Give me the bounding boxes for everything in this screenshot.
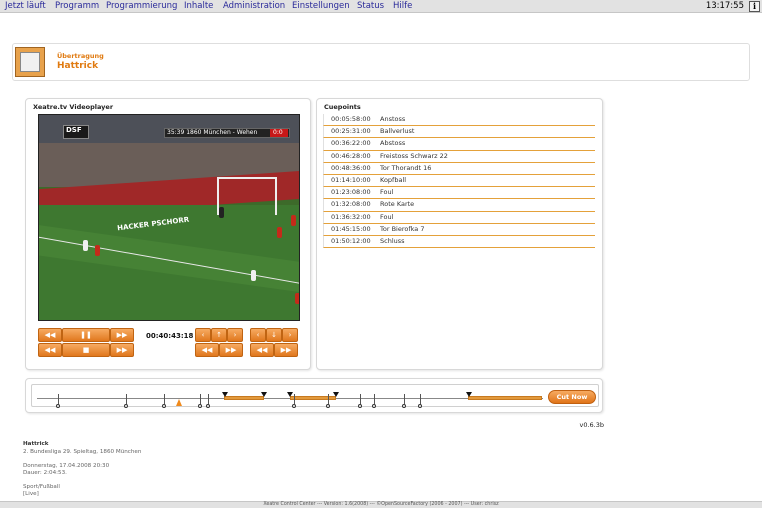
goal bbox=[217, 177, 277, 215]
cue-add-button[interactable]: ↓ bbox=[266, 328, 282, 342]
segment-start-icon[interactable] bbox=[466, 392, 472, 397]
segment-start-icon[interactable] bbox=[287, 392, 293, 397]
top-menu-bar: Jetzt läuft Programm Programmierung Inha… bbox=[0, 0, 762, 13]
playhead-icon[interactable] bbox=[176, 399, 182, 406]
videoplayer-panel: Xeatre.tv Videoplayer HACKER PSCHORR DSF… bbox=[25, 98, 311, 370]
header-title: Hattrick bbox=[57, 61, 99, 71]
cut-segment[interactable] bbox=[224, 396, 264, 400]
cue-row[interactable]: 01:23:08:00 Foul bbox=[323, 187, 595, 200]
timeline-panel: Cut Now bbox=[25, 378, 603, 413]
cuepoints-panel: Cuepoints 00:05:58:00 Anstoss 00:25:31:00… bbox=[316, 98, 603, 370]
step-back-button[interactable]: ‹ bbox=[195, 328, 211, 342]
version-label: v0.6.3b bbox=[579, 421, 604, 429]
cue-row[interactable]: 01:14:10:00 Kopfball bbox=[323, 174, 595, 188]
cue-row[interactable]: 01:36:32:00 Foul bbox=[323, 211, 595, 224]
video-frame[interactable]: HACKER PSCHORR DSF 35:39 1860 München - … bbox=[38, 114, 300, 321]
cue-marker[interactable] bbox=[198, 404, 202, 408]
cue-row[interactable]: 00:05:58:00 Anstoss bbox=[323, 114, 595, 127]
cue-marker[interactable] bbox=[124, 404, 128, 408]
cue-next-button[interactable]: › bbox=[282, 328, 298, 342]
broadcast-icon bbox=[15, 47, 45, 77]
cue-marker[interactable] bbox=[358, 404, 362, 408]
cue-prev-button[interactable]: ‹ bbox=[250, 328, 266, 342]
cue-row[interactable]: 00:36:22:00 Abstoss bbox=[323, 138, 595, 151]
pause-button[interactable]: ❚❚ bbox=[62, 328, 110, 342]
scoreline: 35:39 1860 München - Wehen bbox=[167, 129, 258, 136]
segment-start-icon[interactable] bbox=[222, 392, 228, 397]
info-line1: 2. Bundesliga 29. Spieltag, 1860 München bbox=[23, 449, 142, 455]
cue-row[interactable]: 00:25:31:00 Ballverlust bbox=[323, 126, 595, 139]
info-line4: Sport/Fußball bbox=[23, 484, 60, 490]
cue-marker[interactable] bbox=[292, 404, 296, 408]
cue-marker[interactable] bbox=[372, 404, 376, 408]
broadcast-header: Übertragung Hattrick bbox=[12, 43, 750, 81]
cue-marker[interactable] bbox=[206, 404, 210, 408]
cue-row[interactable]: 00:46:28:00 Freistoss Schwarz 22 bbox=[323, 150, 595, 163]
info-line3: Dauer: 2:04:53. bbox=[23, 470, 67, 476]
prev-frame-button[interactable]: ◀◀ bbox=[38, 343, 62, 357]
cut-segment[interactable] bbox=[290, 396, 336, 400]
next-frame-button[interactable]: ▶▶ bbox=[110, 343, 134, 357]
cue-jump-fwd-button[interactable]: ▶▶ bbox=[274, 343, 298, 357]
cue-marker[interactable] bbox=[418, 404, 422, 408]
mark-button[interactable]: ↑ bbox=[211, 328, 227, 342]
menu-jetzt-laeuft[interactable]: Jetzt läuft bbox=[5, 0, 46, 12]
footer: Xeatre Control Center --- Version: 1.6(2… bbox=[0, 501, 762, 508]
videoplayer-title: Xeatre.tv Videoplayer bbox=[33, 103, 114, 111]
cue-marker[interactable] bbox=[326, 404, 330, 408]
cue-row[interactable]: 01:32:08:00 Rote Karte bbox=[323, 199, 595, 212]
cuepoints-list: 00:05:58:00 Anstoss 00:25:31:00 Ballverlus… bbox=[323, 114, 595, 249]
clock: 13:17:55 bbox=[705, 1, 744, 11]
step-fwd-button[interactable]: › bbox=[227, 328, 243, 342]
info-line5: [Live] bbox=[23, 491, 39, 497]
menu-programmierung[interactable]: Programmierung bbox=[106, 0, 177, 12]
cue-jump-back-button[interactable]: ◀◀ bbox=[250, 343, 274, 357]
menu-inhalte[interactable]: Inhalte bbox=[184, 0, 213, 12]
score: 0:0 bbox=[273, 129, 283, 136]
jump-back-button[interactable]: ◀◀ bbox=[195, 343, 219, 357]
cuepoints-title: Cuepoints bbox=[324, 103, 361, 111]
info-icon[interactable]: i bbox=[749, 1, 760, 12]
cut-now-button[interactable]: Cut Now bbox=[548, 390, 596, 404]
stop-button[interactable]: ■ bbox=[62, 343, 110, 357]
cue-marker[interactable] bbox=[402, 404, 406, 408]
menu-programm[interactable]: Programm bbox=[55, 0, 99, 12]
menu-einstellungen[interactable]: Einstellungen bbox=[292, 0, 350, 12]
segment-end-icon[interactable] bbox=[261, 392, 267, 397]
menu-administration[interactable]: Administration bbox=[223, 0, 285, 12]
channel-logo-text: DSF bbox=[66, 126, 82, 134]
cue-row[interactable]: 01:45:15:00 Tor Bierofka 7 bbox=[323, 223, 595, 236]
cue-row[interactable]: 01:50:12:00 Schluss bbox=[323, 235, 595, 249]
cue-marker[interactable] bbox=[162, 404, 166, 408]
cut-segment[interactable] bbox=[468, 396, 542, 400]
header-subtitle: Übertragung bbox=[57, 52, 104, 60]
cue-marker[interactable] bbox=[56, 404, 60, 408]
rewind-button[interactable]: ◀◀ bbox=[38, 328, 62, 342]
timecode: 00:40:43:18 bbox=[146, 332, 194, 340]
menu-hilfe[interactable]: Hilfe bbox=[393, 0, 412, 12]
info-line2: Donnerstag, 17.04.2008 20:30 bbox=[23, 463, 110, 469]
cue-row[interactable]: 00:48:36:00 Tor Thorandt 16 bbox=[323, 162, 595, 175]
info-title: Hattrick bbox=[23, 441, 49, 447]
timeline-track[interactable]: Cut Now bbox=[31, 384, 599, 408]
forward-button[interactable]: ▶▶ bbox=[110, 328, 134, 342]
menu-status[interactable]: Status bbox=[357, 0, 384, 12]
segment-end-icon[interactable] bbox=[333, 392, 339, 397]
jump-fwd-button[interactable]: ▶▶ bbox=[219, 343, 243, 357]
